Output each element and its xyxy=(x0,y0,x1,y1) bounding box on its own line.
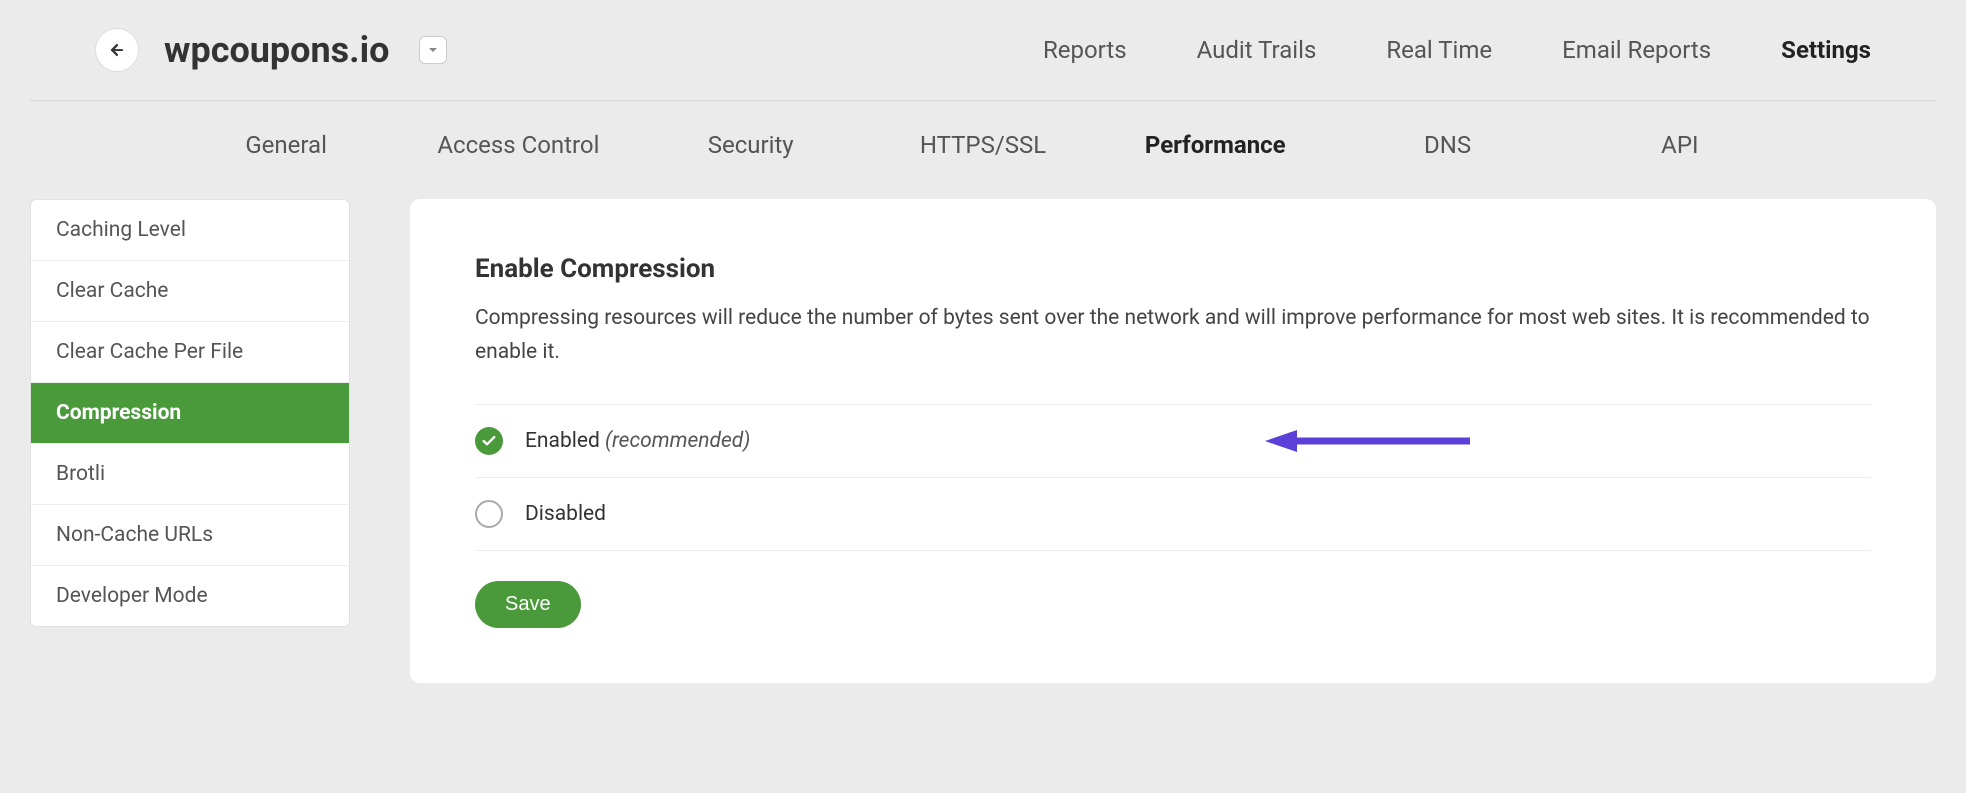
tab-api[interactable]: API xyxy=(1564,131,1796,159)
caret-down-icon xyxy=(428,45,438,55)
sub-nav: General Access Control Security HTTPS/SS… xyxy=(0,101,1966,199)
arrow-left-icon xyxy=(108,41,126,59)
tab-security[interactable]: Security xyxy=(635,131,867,159)
site-title: wpcoupons.io xyxy=(164,29,389,71)
option-enabled[interactable]: Enabled (recommended) xyxy=(475,404,1871,477)
sidebar: Caching Level Clear Cache Clear Cache Pe… xyxy=(30,199,350,627)
tab-https-ssl[interactable]: HTTPS/SSL xyxy=(867,131,1099,159)
sidebar-item-clear-cache-per-file[interactable]: Clear Cache Per File xyxy=(31,322,349,383)
tab-dns[interactable]: DNS xyxy=(1331,131,1563,159)
radio-unchecked-icon xyxy=(475,500,503,528)
panel-description: Compressing resources will reduce the nu… xyxy=(475,302,1871,369)
nav-real-time[interactable]: Real Time xyxy=(1386,36,1492,64)
option-disabled[interactable]: Disabled xyxy=(475,477,1871,551)
top-nav: Reports Audit Trails Real Time Email Rep… xyxy=(1043,36,1871,64)
sidebar-item-clear-cache[interactable]: Clear Cache xyxy=(31,261,349,322)
main-panel: Enable Compression Compressing resources… xyxy=(410,199,1936,683)
tab-performance[interactable]: Performance xyxy=(1099,131,1331,159)
radio-checked-icon xyxy=(475,427,503,455)
sidebar-item-brotli[interactable]: Brotli xyxy=(31,444,349,505)
site-dropdown-button[interactable] xyxy=(419,36,447,64)
option-disabled-label: Disabled xyxy=(525,502,606,526)
nav-settings[interactable]: Settings xyxy=(1781,36,1871,64)
nav-email-reports[interactable]: Email Reports xyxy=(1562,36,1711,64)
option-enabled-label: Enabled (recommended) xyxy=(525,429,750,453)
nav-audit-trails[interactable]: Audit Trails xyxy=(1197,36,1317,64)
annotation-arrow-icon xyxy=(1265,427,1475,455)
sidebar-item-developer-mode[interactable]: Developer Mode xyxy=(31,566,349,626)
save-button[interactable]: Save xyxy=(475,581,581,628)
sidebar-item-caching-level[interactable]: Caching Level xyxy=(31,200,349,261)
nav-reports[interactable]: Reports xyxy=(1043,36,1127,64)
back-button[interactable] xyxy=(95,28,139,72)
sidebar-item-non-cache-urls[interactable]: Non-Cache URLs xyxy=(31,505,349,566)
tab-general[interactable]: General xyxy=(170,131,402,159)
sidebar-item-compression[interactable]: Compression xyxy=(31,383,349,444)
tab-access-control[interactable]: Access Control xyxy=(402,131,634,159)
panel-title: Enable Compression xyxy=(475,254,1871,284)
